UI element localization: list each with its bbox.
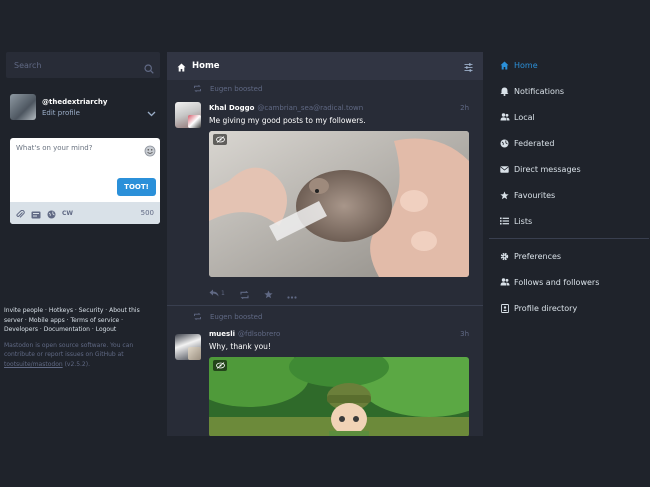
users-icon (499, 113, 510, 121)
edit-profile-link[interactable]: Edit profile (42, 109, 107, 117)
column-title: Home (192, 61, 220, 71)
link-mobile-apps[interactable]: Mobile apps (29, 317, 65, 324)
retweet-icon (240, 290, 249, 299)
nav-direct-messages[interactable]: Direct messages (489, 156, 649, 182)
status-timestamp[interactable]: 2h (460, 104, 469, 112)
nav-home[interactable]: Home (489, 52, 649, 78)
reply-button[interactable]: 1 (209, 289, 225, 297)
status-item[interactable]: Eugen boosted muesli @fdlsobrero 3h Why,… (167, 310, 483, 436)
nav-lists[interactable]: Lists (489, 208, 649, 234)
nav-follows-and-followers[interactable]: Follows and followers (489, 269, 649, 295)
avatar (188, 347, 201, 360)
status-timestamp[interactable]: 3h (460, 330, 469, 338)
star-icon (264, 289, 273, 298)
account-panel: @thedextriarchy Edit profile (6, 92, 160, 122)
address-book-icon (499, 303, 510, 313)
status-content: Me giving my good posts to my followers. (209, 116, 366, 125)
link-terms[interactable]: Terms of service (70, 317, 119, 324)
globe-icon[interactable] (47, 204, 56, 223)
status-item[interactable]: Eugen boosted Khal Doggo @cambrian_sea@r… (167, 82, 483, 306)
gear-icon (499, 252, 510, 261)
left-drawer: @thedextriarchy Edit profile CW 500 (6, 52, 160, 436)
favourite-button[interactable] (264, 284, 273, 303)
home-column: Home Eugen boosted Khal Doggo @cambrian_… (167, 52, 483, 436)
media-image (209, 357, 469, 436)
about-text: Mastodon is open source software. You ca… (4, 341, 134, 368)
github-repo-link[interactable]: tootsuite/mastodon (4, 361, 63, 368)
eye-slash-icon[interactable] (213, 134, 227, 145)
status-display-name[interactable]: muesli (209, 330, 235, 338)
character-counter: 500 (140, 209, 154, 217)
reply-icon (209, 289, 219, 297)
emoji-icon[interactable] (144, 142, 156, 161)
link-logout[interactable]: Logout (96, 326, 117, 333)
avatar[interactable] (10, 94, 36, 120)
nav-federated[interactable]: Federated (489, 130, 649, 156)
nav-preferences[interactable]: Preferences (489, 243, 649, 269)
boost-text: Eugen boosted (210, 85, 263, 93)
media-image (209, 131, 469, 277)
boost-button[interactable] (239, 284, 250, 303)
nav-favourites[interactable]: Favourites (489, 182, 649, 208)
version: (v2.5.2). (64, 360, 90, 368)
account-handle[interactable]: @thedextriarchy (42, 98, 107, 106)
retweet-icon (193, 312, 202, 322)
status-display-name[interactable]: Khal Doggo (209, 104, 254, 112)
home-icon (499, 61, 510, 70)
footer-links: Invite people · Hotkeys · Security · Abo… (4, 306, 154, 369)
search-icon[interactable] (144, 59, 154, 78)
compose-toolbar: CW 500 (10, 202, 160, 224)
list-icon (499, 217, 510, 225)
poll-icon[interactable] (31, 204, 41, 223)
bell-icon (499, 87, 510, 96)
envelope-icon (499, 165, 510, 173)
media-gallery[interactable] (209, 357, 469, 436)
avatar (188, 115, 201, 128)
users-icon (499, 278, 510, 286)
globe-icon (499, 139, 510, 148)
media-gallery[interactable] (209, 131, 469, 277)
sliders-icon[interactable] (464, 57, 473, 76)
link-documentation[interactable]: Documentation (44, 326, 90, 333)
boost-text: Eugen boosted (210, 313, 263, 321)
star-icon (499, 190, 510, 200)
paperclip-icon[interactable] (16, 204, 25, 223)
ellipsis-icon (287, 295, 297, 299)
nav-notifications[interactable]: Notifications (489, 78, 649, 104)
status-content: Why, thank you! (209, 342, 271, 351)
content-warning-button[interactable]: CW (62, 210, 73, 217)
link-security[interactable]: Security (79, 307, 104, 314)
column-header[interactable]: Home (167, 52, 483, 80)
status-actions: 1 (209, 283, 483, 303)
nav-profile-directory[interactable]: Profile directory (489, 295, 649, 321)
link-invite-people[interactable]: Invite people (4, 307, 43, 314)
status-account[interactable]: @cambrian_sea@radical.town (257, 104, 363, 112)
retweet-icon (193, 84, 202, 94)
toot-button[interactable]: TOOT! (117, 178, 156, 196)
eye-slash-icon[interactable] (213, 360, 227, 371)
reply-count: 1 (221, 289, 225, 297)
link-developers[interactable]: Developers (4, 326, 38, 333)
nav-local[interactable]: Local (489, 104, 649, 130)
home-icon (177, 57, 186, 76)
navigation-panel: Home Notifications Local Federated Direc… (489, 52, 649, 436)
divider (489, 238, 649, 239)
more-button[interactable] (287, 284, 297, 303)
chevron-down-icon[interactable] (147, 102, 156, 121)
link-hotkeys[interactable]: Hotkeys (49, 307, 73, 314)
search-box (6, 52, 160, 78)
status-account[interactable]: @fdlsobrero (238, 330, 280, 338)
search-input[interactable] (6, 52, 160, 78)
